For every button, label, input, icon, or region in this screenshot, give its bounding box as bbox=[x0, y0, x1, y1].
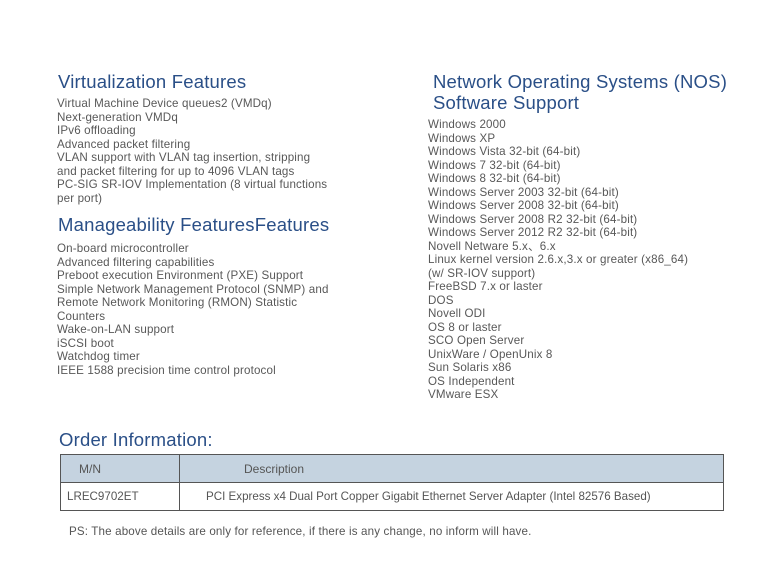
nos-item: Windows XP bbox=[428, 131, 496, 145]
nos-item: Novell ODI bbox=[428, 307, 486, 320]
order-information-title: Order Information: bbox=[59, 429, 213, 450]
nos-item: Windows 2000 bbox=[428, 118, 506, 131]
column-header-description: Description bbox=[179, 454, 724, 483]
order-table-header-row: M/N Description bbox=[60, 454, 724, 483]
nos-item: VMware ESX bbox=[428, 388, 499, 401]
nos-item: FreeBSD 7.x or laster bbox=[428, 280, 543, 293]
manageability-feature-item: IEEE 1588 precision time control protoco… bbox=[57, 363, 276, 377]
table-row: LREC9702ET PCI Express x4 Dual Port Copp… bbox=[60, 482, 724, 511]
manageability-feature-item: Watchdog timer bbox=[57, 350, 140, 363]
manageability-feature-item: Preboot execution Environment (PXE) Supp… bbox=[57, 269, 304, 282]
nos-item: OS Independent bbox=[428, 374, 515, 388]
order-table: M/N Description LREC9702ET PCI Express x… bbox=[60, 454, 724, 511]
virtualization-feature-item: IPv6 offloading bbox=[57, 124, 136, 137]
manageability-feature-item: On-board microcontroller bbox=[57, 242, 189, 255]
reference-note: PS: The above details are only for refer… bbox=[69, 525, 532, 538]
manageability-feature-item: Advanced filtering capabilities bbox=[57, 255, 215, 269]
nos-item: UnixWare / OpenUnix 8 bbox=[428, 347, 553, 361]
virtualization-feature-item: and packet filtering for up to 4096 VLAN… bbox=[57, 164, 295, 178]
virtualization-features-title: Virtualization Features bbox=[58, 71, 247, 92]
nos-item: Windows 8 32-bit (64-bit) bbox=[428, 172, 561, 185]
virtualization-feature-item: Virtual Machine Device queues2 (VMDq) bbox=[57, 97, 272, 110]
nos-item: Sun Solaris x86 bbox=[428, 361, 512, 374]
column-header-mn: M/N bbox=[60, 454, 180, 483]
manageability-features-title: Manageability FeaturesFeatures bbox=[58, 214, 330, 235]
virtualization-features-list: Virtual Machine Device queues2 (VMDq) Nex… bbox=[57, 97, 327, 205]
nos-item: Windows Vista 32-bit (64-bit) bbox=[428, 145, 581, 158]
virtualization-feature-item: per port) bbox=[57, 191, 103, 205]
nos-item: Windows Server 2008 32-bit (64-bit) bbox=[428, 199, 619, 212]
virtualization-feature-item: Next-generation VMDq bbox=[57, 110, 178, 124]
manageability-feature-item: iSCSI boot bbox=[57, 336, 114, 350]
nos-item: (w/ SR-IOV support) bbox=[428, 266, 536, 280]
nos-item: SCO Open Server bbox=[428, 334, 525, 347]
nos-item: Windows Server 2003 32-bit (64-bit) bbox=[428, 185, 619, 199]
manageability-feature-item: Remote Network Monitoring (RMON) Statist… bbox=[57, 296, 298, 309]
cell-description: PCI Express x4 Dual Port Copper Gigabit … bbox=[179, 482, 724, 511]
manageability-feature-item: Counters bbox=[57, 309, 106, 323]
nos-item: Windows 7 32-bit (64-bit) bbox=[428, 158, 561, 172]
nos-item: DOS bbox=[428, 293, 454, 307]
nos-item: Linux kernel version 2.6.x,3.x or greate… bbox=[428, 253, 689, 266]
nos-item: OS 8 or laster bbox=[428, 320, 502, 334]
nos-item: Windows Server 2008 R2 32-bit (64-bit) bbox=[428, 212, 638, 226]
virtualization-feature-item: VLAN support with VLAN tag insertion, st… bbox=[57, 151, 311, 164]
manageability-features-list: On-board microcontroller Advanced filteri… bbox=[57, 242, 329, 377]
nos-software-support-list: Windows 2000 Windows XP Windows Vista 32-b… bbox=[428, 118, 688, 402]
virtualization-feature-item: Advanced packet filtering bbox=[57, 137, 191, 151]
manageability-feature-item: Wake-on-LAN support bbox=[57, 323, 175, 336]
virtualization-feature-item: PC-SIG SR-IOV Implementation (8 virtual … bbox=[57, 178, 328, 191]
manageability-feature-item: Simple Network Management Protocol (SNMP… bbox=[57, 282, 329, 296]
nos-item: Novell Netware 5.x、6.x bbox=[428, 239, 556, 253]
nos-item: Windows Server 2012 R2 32-bit (64-bit) bbox=[428, 226, 638, 239]
nos-software-support-title: Network Operating Systems (NOS) Software… bbox=[433, 71, 728, 113]
cell-model-number: LREC9702ET bbox=[60, 482, 180, 511]
